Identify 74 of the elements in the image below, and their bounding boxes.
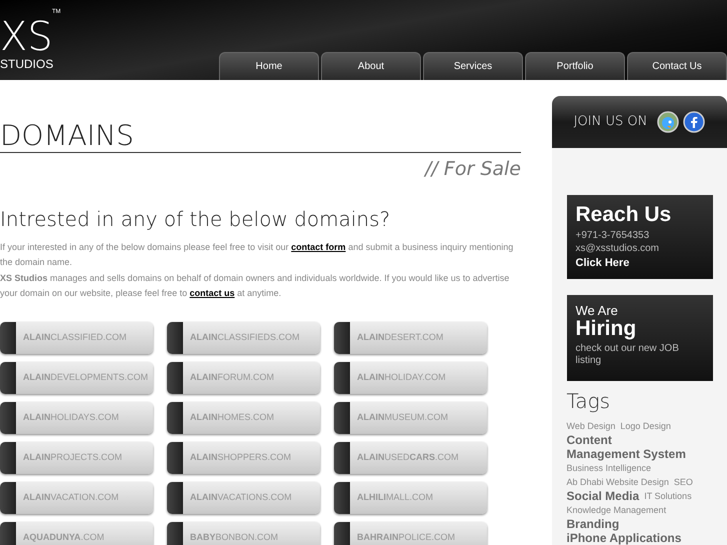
tag-link[interactable]: Content Management System: [566, 433, 686, 461]
domain-button[interactable]: ALAINPROJECTS.COM: [0, 442, 153, 474]
domain-name: ALAINUSEDCARS.COM: [356, 450, 459, 464]
section-heading: Intrested in any of the below domains?: [0, 206, 392, 232]
domain-name: ALAINFORUM.COM: [189, 370, 274, 384]
domain-button[interactable]: ALAINSHOPPERS.COM: [167, 442, 320, 474]
logo-text: XS: [0, 17, 54, 57]
hiring-text: check out our new JOB listing: [576, 343, 680, 367]
domain-name: ALAINMUSEUM.COM: [356, 410, 448, 424]
reach-card[interactable]: Reach Us +971-3-7654353 xs@xsstudios.com Click Here: [566, 195, 712, 279]
hiring-card[interactable]: We Are Hiring check out our new JOB listing: [566, 295, 712, 381]
domain-button[interactable]: ALAINVACATION.COM: [0, 482, 153, 514]
tags-title: Tags: [566, 389, 612, 413]
domain-button[interactable]: ALAINMUSEUM.COM: [334, 402, 487, 434]
nav-tab[interactable]: About: [321, 52, 421, 80]
tag-link[interactable]: Branding: [566, 517, 620, 531]
domain-button[interactable]: ALAINHOLIDAYS.COM: [0, 402, 153, 434]
domain-button[interactable]: ALAINCLASSIFIEDS.COM: [167, 322, 320, 354]
domain-button[interactable]: ALAINHOMES.COM: [167, 402, 320, 434]
domain-name: ALAINDEVELOPMENTS.COM: [22, 370, 148, 384]
click-here-link[interactable]: Click Here: [576, 255, 704, 271]
domain-name: ALAINVACATIONS.COM: [189, 490, 292, 504]
facebook-icon[interactable]: [683, 111, 706, 133]
domain-button[interactable]: AQUADUNYA.COM: [0, 522, 153, 545]
domain-name: ALAINCLASSIFIEDS.COM: [189, 330, 300, 344]
domain-button[interactable]: ALHILIMALL.COM: [334, 482, 487, 514]
domain-name: ALAINPROJECTS.COM: [22, 450, 122, 464]
tag-link[interactable]: Web Design: [566, 419, 616, 433]
domain-button[interactable]: ALAINDESERT.COM: [334, 322, 487, 354]
hiring-title: Hiring: [576, 318, 638, 340]
domain-button[interactable]: ALAINVACATIONS.COM: [167, 482, 320, 514]
domain-name: ALAINHOLIDAYS.COM: [22, 410, 119, 424]
domain-name: ALAINCLASSIFIED.COM: [22, 330, 127, 344]
domain-button[interactable]: ALAINUSEDCARS.COM: [334, 442, 487, 474]
page-subtitle: // For Sale: [422, 157, 521, 182]
domain-name: ALAINHOMES.COM: [189, 410, 274, 424]
intro-paragraph: XS Studios manages and sells domains on behalf of domain owners and individuals worldwide. If you would like us to advertise your domain on our website, please feel free to contact us at anytime.: [0, 272, 510, 300]
domain-name: AQUADUNYA.COM: [22, 530, 104, 544]
tag-link[interactable]: Knowledge Management: [566, 503, 666, 517]
domain-name: ALHILIMALL.COM: [356, 490, 434, 504]
tag-link[interactable]: IT Solutions: [644, 489, 692, 503]
nav-tab[interactable]: Home: [219, 52, 319, 80]
bird-icon[interactable]: [657, 111, 680, 133]
join-label: JOIN US ON: [574, 113, 648, 132]
domain-name: BAHRAINPOLICE.COM: [356, 530, 456, 544]
domain-name: ALAINVACATION.COM: [22, 490, 119, 504]
nav-tab[interactable]: Portfolio: [525, 52, 625, 80]
nav-tab[interactable]: Contact Us: [627, 52, 727, 80]
text-link[interactable]: contact us: [190, 288, 235, 298]
domain-button[interactable]: BAHRAINPOLICE.COM: [334, 522, 487, 545]
hiring-pretitle: We Are: [576, 304, 619, 318]
text-link[interactable]: contact form: [291, 242, 346, 252]
reach-title: Reach Us: [576, 203, 672, 227]
page-title: DOMAINS: [0, 120, 521, 153]
nav-tab[interactable]: Services: [423, 52, 523, 80]
domain-button[interactable]: BABYBONBON.COM: [167, 522, 320, 545]
logo-subtext: STUDIOS: [0, 57, 54, 71]
email-address: xs@xsstudios.com: [576, 242, 660, 255]
domain-button[interactable]: ALAINDEVELOPMENTS.COM: [0, 362, 153, 394]
domain-name: BABYBONBON.COM: [189, 530, 278, 544]
tag-link[interactable]: Logo Design: [620, 419, 671, 433]
tag-link[interactable]: SEO: [674, 475, 693, 489]
domain-name: ALAINHOLIDAY.COM: [356, 370, 446, 384]
domain-name: ALAINSHOPPERS.COM: [189, 450, 292, 464]
tag-link[interactable]: Ab Dhabi Website Design: [566, 475, 669, 489]
domain-name: ALAINDESERT.COM: [356, 330, 444, 344]
tag-link[interactable]: Business Intelligence: [566, 461, 652, 475]
tag-link[interactable]: iPhone Applications: [566, 531, 682, 545]
phone-number: +971-3-7654353: [576, 229, 650, 242]
domain-button[interactable]: ALAINCLASSIFIED.COM: [0, 322, 153, 354]
intro-paragraph: If your interested in any of the below domains please feel free to visit our contact form and submit a business inquiry mentioning the domain name.: [0, 240, 514, 269]
tag-link[interactable]: Social Media: [566, 489, 640, 503]
domain-button[interactable]: ALAINHOLIDAY.COM: [334, 362, 487, 394]
domain-button[interactable]: ALAINFORUM.COM: [167, 362, 320, 394]
